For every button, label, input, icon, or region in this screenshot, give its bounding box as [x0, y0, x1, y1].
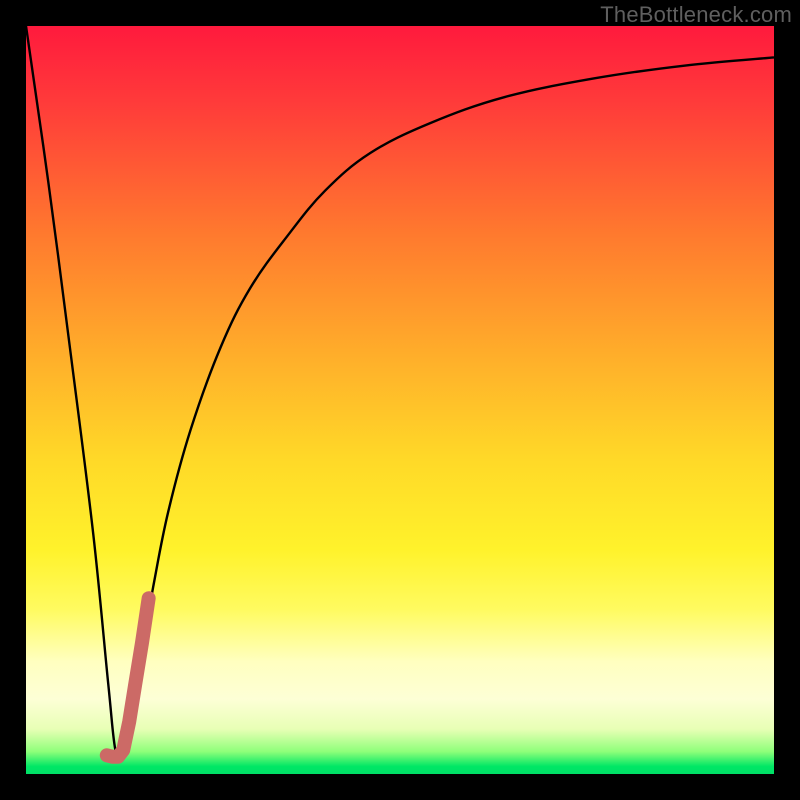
plot-area [26, 26, 774, 774]
watermark-text: TheBottleneck.com [600, 2, 792, 28]
chart-svg [26, 26, 774, 774]
chart-frame: TheBottleneck.com [0, 0, 800, 800]
